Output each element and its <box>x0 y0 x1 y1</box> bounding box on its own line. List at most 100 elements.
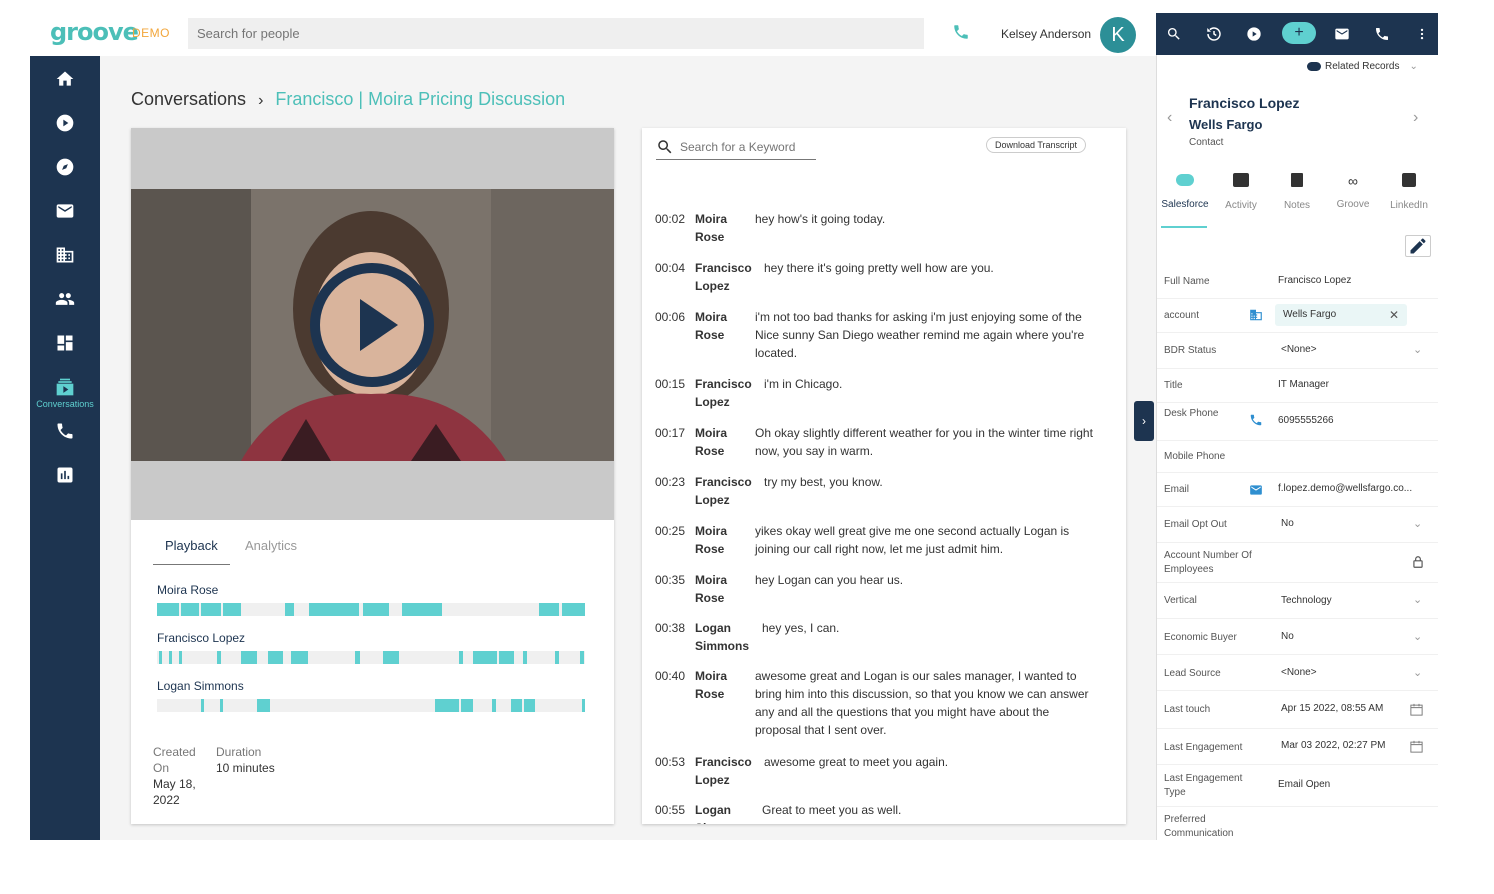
contact-company[interactable]: Wells Fargo <box>1189 117 1262 132</box>
talk-segment[interactable] <box>562 603 585 616</box>
breadcrumb-root[interactable]: Conversations <box>131 89 246 109</box>
talk-segment[interactable] <box>309 603 359 616</box>
talk-segment[interactable] <box>201 699 204 712</box>
nav-people[interactable] <box>30 284 100 314</box>
chevron-down-icon[interactable]: ⌄ <box>1413 666 1422 679</box>
talk-segment[interactable] <box>499 651 514 664</box>
field-value[interactable]: <None> <box>1281 344 1317 355</box>
transcript-time[interactable]: 00:25 <box>655 522 685 540</box>
talk-segment[interactable] <box>492 699 496 712</box>
nav-home[interactable] <box>30 64 100 94</box>
prev-record-icon[interactable]: ‹ <box>1167 109 1172 127</box>
contact-name[interactable]: Francisco Lopez <box>1189 95 1299 111</box>
field-economic-buyer[interactable]: Economic Buyer No ⌄ <box>1157 619 1438 655</box>
field-value[interactable]: Mar 03 2022, 02:27 PM <box>1281 740 1386 751</box>
transcript-time[interactable]: 00:17 <box>655 424 685 442</box>
talk-segment[interactable] <box>511 699 522 712</box>
nav-accounts[interactable] <box>30 240 100 270</box>
talk-segment[interactable] <box>285 603 294 616</box>
phone-call-icon[interactable] <box>1249 413 1263 427</box>
field-value[interactable]: Apr 15 2022, 08:55 AM <box>1281 703 1383 714</box>
talk-segment[interactable] <box>217 651 221 664</box>
talk-segment[interactable] <box>459 651 463 664</box>
people-search-input[interactable] <box>188 18 924 49</box>
search-icon[interactable] <box>1164 24 1184 44</box>
talk-segment[interactable] <box>257 699 270 712</box>
talk-segment[interactable] <box>461 699 473 712</box>
nav-conversations[interactable] <box>30 372 100 402</box>
talk-segment[interactable] <box>157 603 179 616</box>
field-bdr-status[interactable]: BDR Status <None> ⌄ <box>1157 333 1438 369</box>
nav-analytics[interactable] <box>30 460 100 490</box>
field-value[interactable]: No <box>1281 518 1294 529</box>
talk-segment[interactable] <box>181 603 199 616</box>
talk-segment[interactable] <box>524 699 535 712</box>
tab-analytics[interactable]: Analytics <box>245 538 297 564</box>
talk-segment[interactable] <box>539 603 559 616</box>
nav-compass[interactable] <box>30 152 100 182</box>
field-vertical[interactable]: Vertical Technology ⌄ <box>1157 583 1438 619</box>
add-button[interactable]: + <box>1282 22 1316 44</box>
transcript-time[interactable]: 00:06 <box>655 308 685 326</box>
chevron-down-icon[interactable]: ⌄ <box>1413 517 1422 530</box>
avatar[interactable]: K <box>1100 17 1136 53</box>
field-value[interactable]: Technology <box>1281 595 1332 606</box>
speaker-timeline[interactable] <box>157 699 585 712</box>
talk-segment[interactable] <box>169 651 172 664</box>
transcript-time[interactable]: 00:38 <box>655 619 685 637</box>
chevron-down-icon[interactable]: ⌄ <box>1413 593 1422 606</box>
field-value[interactable]: 6095555266 <box>1278 415 1334 426</box>
next-record-icon[interactable]: › <box>1413 109 1418 127</box>
nav-conversations-label[interactable]: Conversations <box>30 399 100 409</box>
talk-segment[interactable] <box>582 699 585 712</box>
field-value[interactable]: Francisco Lopez <box>1278 275 1351 286</box>
transcript-time[interactable]: 00:04 <box>655 259 685 277</box>
tab-groove[interactable]: ∞ Groove <box>1325 173 1381 210</box>
talk-segment[interactable] <box>220 699 223 712</box>
talk-segment[interactable] <box>223 603 241 616</box>
transcript-time[interactable]: 00:02 <box>655 210 685 228</box>
phone-call-icon[interactable] <box>1372 24 1392 44</box>
transcript-time[interactable]: 00:15 <box>655 375 685 393</box>
tab-salesforce[interactable]: Salesforce <box>1157 173 1213 210</box>
calendar-icon[interactable] <box>1409 702 1423 716</box>
user-name[interactable]: Kelsey Anderson <box>1001 27 1091 41</box>
talk-segment[interactable] <box>268 651 283 664</box>
talk-segment[interactable] <box>179 651 182 664</box>
field-value[interactable]: IT Manager <box>1278 379 1329 390</box>
groove-logo[interactable]: groove <box>50 18 139 46</box>
transcript-time[interactable]: 00:35 <box>655 571 685 589</box>
field-value[interactable]: <None> <box>1281 667 1317 678</box>
talk-segment[interactable] <box>159 651 162 664</box>
tab-activity[interactable]: Activity <box>1213 173 1269 211</box>
talk-segment[interactable] <box>201 603 221 616</box>
nav-play[interactable] <box>30 108 100 138</box>
talk-segment[interactable] <box>241 651 257 664</box>
more-vert-icon[interactable] <box>1412 24 1432 44</box>
nav-mail[interactable] <box>30 196 100 226</box>
related-records-dropdown[interactable]: Related Records ⌄ <box>1307 61 1418 72</box>
play-icon[interactable] <box>1244 24 1264 44</box>
video-frame[interactable] <box>131 189 614 461</box>
calendar-icon[interactable] <box>1409 739 1423 753</box>
keyword-search-input[interactable] <box>680 140 814 154</box>
transcript-time[interactable]: 00:55 <box>655 801 685 819</box>
talk-segment[interactable] <box>555 651 559 664</box>
phone-icon[interactable] <box>952 23 970 41</box>
field-lead-source[interactable]: Lead Source <None> ⌄ <box>1157 655 1438 691</box>
talk-segment[interactable] <box>473 651 497 664</box>
talk-segment[interactable] <box>355 651 360 664</box>
talk-segment[interactable] <box>291 651 308 664</box>
panel-toggle-button[interactable]: › <box>1134 401 1154 441</box>
history-icon[interactable] <box>1204 24 1224 44</box>
talk-segment[interactable] <box>435 699 459 712</box>
nav-phone[interactable] <box>30 416 100 446</box>
transcript-time[interactable]: 00:53 <box>655 753 685 771</box>
chevron-down-icon[interactable]: ⌄ <box>1413 343 1422 356</box>
talk-segment[interactable] <box>523 651 527 664</box>
talk-segment[interactable] <box>580 651 584 664</box>
close-icon[interactable]: ✕ <box>1389 304 1399 326</box>
speaker-timeline[interactable] <box>157 651 585 664</box>
download-transcript-button[interactable]: Download Transcript <box>986 137 1087 153</box>
talk-segment[interactable] <box>383 651 399 664</box>
